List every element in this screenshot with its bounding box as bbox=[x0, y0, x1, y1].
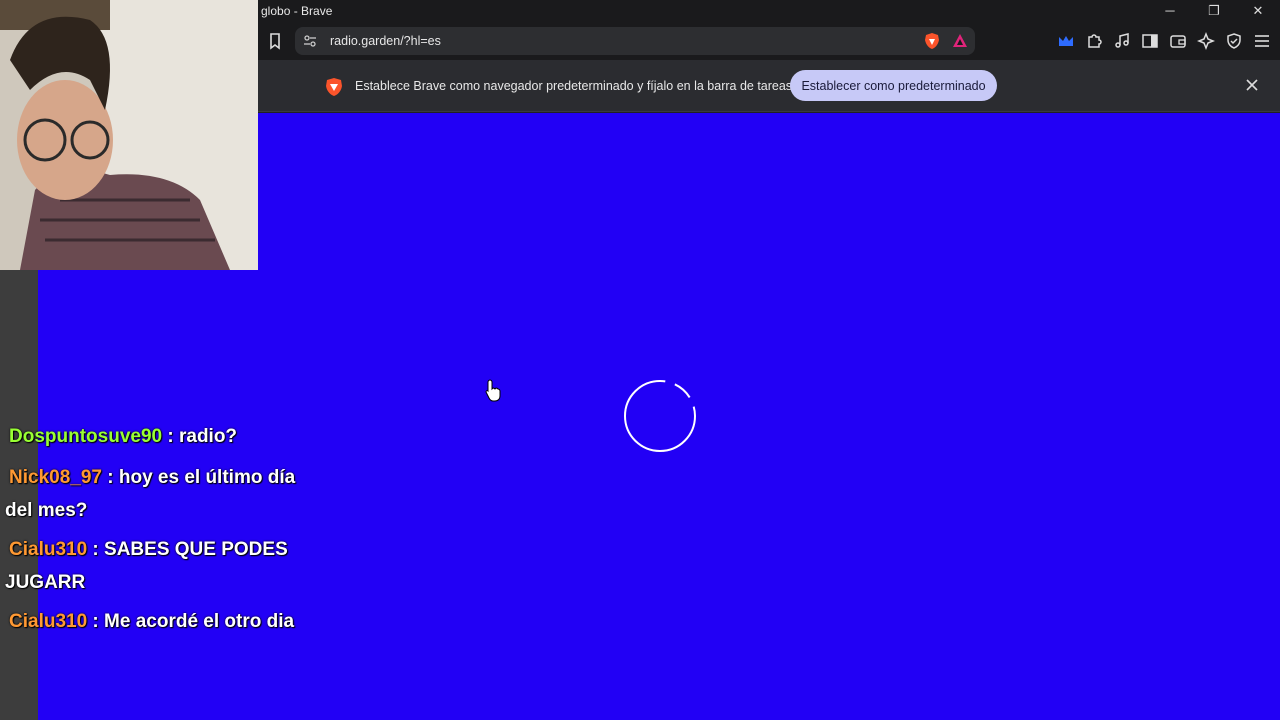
default-browser-infobar: Establece Brave como navegador predeterm… bbox=[258, 60, 1280, 112]
address-bar[interactable]: radio.garden/?hl=es bbox=[295, 27, 975, 55]
window-title: globo - Brave bbox=[261, 4, 333, 18]
bookmark-icon[interactable] bbox=[264, 30, 286, 52]
music-icon[interactable] bbox=[1112, 31, 1132, 51]
chat-text: : radio? bbox=[162, 426, 238, 447]
chat-username: Cialu310 bbox=[9, 539, 88, 560]
toolbar-actions bbox=[1056, 31, 1272, 51]
brave-shields-icon[interactable] bbox=[923, 32, 941, 50]
chat-message: Cialu310 : Me acordé el otro dia bbox=[5, 605, 297, 638]
page-content[interactable] bbox=[258, 113, 1280, 720]
mask-extension-icon[interactable] bbox=[1056, 31, 1076, 51]
wallet-icon[interactable] bbox=[1168, 31, 1188, 51]
maximize-button[interactable]: ❐ bbox=[1192, 0, 1236, 22]
site-settings-icon[interactable] bbox=[303, 34, 317, 48]
set-default-button[interactable]: Establecer como predeterminado bbox=[790, 70, 997, 101]
chat-message: Dospuntosuve90 : radio? bbox=[5, 420, 297, 453]
close-window-button[interactable]: ✕ bbox=[1236, 0, 1280, 22]
hand-cursor-icon bbox=[485, 378, 501, 402]
vpn-shield-icon[interactable] bbox=[1224, 31, 1244, 51]
webcam-overlay bbox=[0, 0, 258, 270]
menu-icon[interactable] bbox=[1252, 31, 1272, 51]
chat-username: Dospuntosuve90 bbox=[9, 426, 163, 447]
url-text[interactable]: radio.garden/?hl=es bbox=[330, 34, 441, 48]
brave-rewards-icon[interactable] bbox=[951, 32, 969, 50]
chat-message: Cialu310 : SABES QUE PODES JUGARR bbox=[5, 533, 297, 599]
puzzle-extensions-icon[interactable] bbox=[1084, 31, 1104, 51]
browser-toolbar: radio.garden/?hl=es bbox=[258, 22, 1280, 60]
loading-spinner-icon bbox=[623, 379, 697, 453]
leo-ai-icon[interactable] bbox=[1196, 31, 1216, 51]
window-controls: ─ ❐ ✕ bbox=[1148, 0, 1280, 22]
close-icon[interactable] bbox=[1244, 77, 1260, 93]
infobar-message: Establece Brave como navegador predeterm… bbox=[355, 79, 793, 93]
sidebar-icon[interactable] bbox=[1140, 31, 1160, 51]
chat-username: Nick08_97 bbox=[9, 467, 102, 488]
minimize-button[interactable]: ─ bbox=[1148, 0, 1192, 22]
brave-logo-icon bbox=[325, 77, 343, 97]
title-bar: globo - Brave ─ ❐ ✕ bbox=[258, 0, 1280, 22]
chat-text: : Me acordé el otro dia bbox=[87, 611, 295, 632]
chat-message: Nick08_97 : hoy es el último día del mes… bbox=[5, 461, 297, 527]
chat-username: Cialu310 bbox=[9, 611, 88, 632]
